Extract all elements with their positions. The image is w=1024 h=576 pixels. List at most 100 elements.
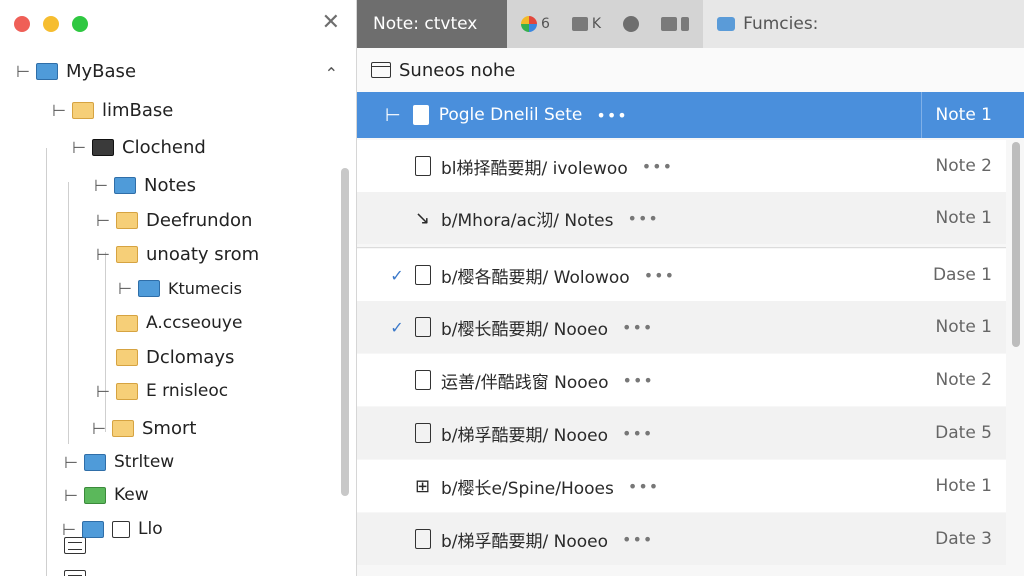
document-icon bbox=[112, 520, 130, 538]
more-icon[interactable]: ••• bbox=[596, 106, 627, 125]
sidebar-item-deefrundon[interactable]: ⊢ Deefrundon bbox=[96, 203, 252, 237]
more-icon[interactable]: ••• bbox=[628, 477, 659, 496]
branch-icon: ⊢ bbox=[96, 210, 110, 230]
sidebar-item-label: Llo bbox=[138, 519, 163, 539]
document-icon bbox=[415, 529, 431, 549]
folder-icon bbox=[681, 17, 690, 31]
more-icon[interactable]: ••• bbox=[622, 530, 653, 549]
more-icon[interactable]: ••• bbox=[642, 157, 673, 176]
sidebar-item-label: Notes bbox=[144, 174, 196, 196]
list-item[interactable]: bl梯择酷要期/ ivolewoo ••• Note 2 bbox=[357, 140, 1006, 192]
list-item-title: b/樱长酷要期/ Nooeo bbox=[441, 319, 609, 340]
document-icon bbox=[415, 156, 431, 176]
sidebar-item-label: Ktumecis bbox=[168, 278, 242, 298]
close-window-button[interactable] bbox=[14, 16, 30, 32]
branch-icon: ⊢ bbox=[16, 61, 30, 81]
sidebar-item-ktumecis[interactable]: ⊢ Ktumecis bbox=[118, 271, 242, 305]
list-item-title: b/梯孚酷要期/ Nooeo bbox=[441, 425, 609, 446]
list-item-title: 运善/伴酷践窗 Nooeo bbox=[441, 372, 609, 393]
sidebar-item-label: Clochend bbox=[122, 136, 206, 158]
sidebar-item-accseouye[interactable]: A.ccseouye bbox=[116, 306, 242, 340]
list-item[interactable]: 运善/伴酷践窗 Nooeo ••• Note 2 bbox=[357, 354, 1006, 406]
branch-icon: ⊢ bbox=[72, 137, 86, 157]
minimize-window-button[interactable] bbox=[43, 16, 59, 32]
check-icon[interactable]: ✓ bbox=[385, 318, 409, 337]
folder-blue-icon bbox=[82, 520, 104, 538]
tab-bar: Note: ctvtex 6 K Fumcies: bbox=[357, 0, 1024, 48]
tab-functions[interactable]: Fumcies: bbox=[703, 14, 818, 34]
list-item-selected[interactable]: ⊢ Pogle Dnelil Sete ••• Note 1 bbox=[357, 92, 1024, 138]
branch-icon: ⊢ bbox=[64, 452, 78, 472]
check-icon[interactable]: ✓ bbox=[385, 266, 409, 285]
tab-icon-2[interactable]: K bbox=[571, 16, 602, 32]
folder-yellow-icon bbox=[116, 348, 138, 366]
document-icon bbox=[412, 105, 429, 125]
tab-icon-3[interactable] bbox=[623, 16, 640, 32]
tab-icon-label: K bbox=[591, 16, 602, 32]
sidebar-item-notes[interactable]: ⊢ Notes bbox=[94, 168, 196, 202]
document-icon bbox=[415, 370, 431, 390]
sidebar-scrollbar[interactable] bbox=[341, 168, 349, 496]
sidebar-item-label: Strltew bbox=[114, 452, 175, 472]
list-item[interactable]: ↘ b/Mhora/ac沏/ Notes ••• Note 1 bbox=[357, 192, 1006, 244]
list-item[interactable]: ⊞ b/樱长e/Spine/Hooes ••• Hote 1 bbox=[357, 460, 1006, 512]
folder-yellow-icon bbox=[72, 101, 94, 119]
tab-icon-4[interactable] bbox=[661, 17, 690, 31]
tab-func-label: Fumcies: bbox=[743, 14, 819, 34]
list-icon bbox=[64, 570, 86, 576]
folder-dark-icon bbox=[92, 138, 114, 156]
more-icon[interactable]: ••• bbox=[622, 424, 653, 443]
list-item[interactable]: ✓ b/樱各酷要期/ Wolowoo ••• Dase 1 bbox=[357, 249, 1006, 301]
sidebar-item-smort[interactable]: ⊢ Smort bbox=[92, 411, 196, 445]
zoom-window-button[interactable] bbox=[72, 16, 88, 32]
list-scrollbar[interactable] bbox=[1012, 142, 1020, 347]
more-icon[interactable]: ••• bbox=[622, 318, 653, 337]
document-icon bbox=[415, 317, 431, 337]
folder-yellow-icon bbox=[112, 419, 134, 437]
more-icon[interactable]: ••• bbox=[644, 266, 675, 285]
list-item-tag: Dase 1 bbox=[932, 265, 992, 285]
tab-icon-label: 6 bbox=[541, 16, 550, 32]
list-item-tag: Note 1 bbox=[935, 208, 992, 228]
sidebar-item-ernisleoc[interactable]: ⊢ E rnisleoc bbox=[96, 374, 228, 408]
more-icon[interactable]: ••• bbox=[628, 209, 659, 228]
tab-label: Note: ctvtex bbox=[373, 14, 478, 34]
close-icon[interactable]: ✕ bbox=[322, 10, 340, 36]
tab-icon-1[interactable]: 6 bbox=[521, 16, 550, 32]
list-item-tag: Note 1 bbox=[935, 317, 992, 337]
titlebar: ✕ bbox=[0, 0, 356, 48]
sidebar-item-limbase[interactable]: ⊢ limBase bbox=[52, 93, 173, 127]
folder-blue-icon bbox=[36, 62, 58, 80]
sidebar-item-unoaty-srom[interactable]: ⊢ unoaty srom bbox=[96, 237, 259, 271]
folder-yellow-icon bbox=[116, 211, 138, 229]
sidebar-item-label: MyBase bbox=[66, 60, 137, 82]
chat-icon bbox=[717, 17, 736, 31]
sidebar-item-clochend[interactable]: ⊢ Clochend bbox=[72, 130, 206, 164]
sidebar-item-llo[interactable]: ⊢ Llo bbox=[62, 512, 163, 546]
branch-icon: ⊢ bbox=[118, 278, 132, 298]
branch-icon: ⊢ bbox=[94, 175, 108, 195]
list-item[interactable]: b/梯孚酷要期/ Nooeo ••• Date 3 bbox=[357, 513, 1006, 565]
list-header-title: Suneos nohe bbox=[399, 59, 516, 81]
sidebar-item-mybase[interactable]: ⊢ MyBase bbox=[16, 54, 136, 88]
sidebar-item-dclomays[interactable]: Dclomays bbox=[116, 340, 234, 374]
sidebar-item-label: E rnisleoc bbox=[146, 381, 229, 401]
branch-icon: ⊢ bbox=[96, 244, 110, 264]
more-icon[interactable]: ••• bbox=[623, 371, 654, 390]
tab-icon-group: 6 K bbox=[507, 0, 704, 48]
folder-yellow-icon bbox=[116, 382, 138, 400]
folder-icon bbox=[661, 17, 678, 31]
list-item-title: b/樱各酷要期/ Wolowoo bbox=[441, 267, 630, 288]
branch-icon: ⊢ bbox=[52, 100, 66, 120]
tab-note[interactable]: Note: ctvtex bbox=[357, 0, 507, 48]
list-item[interactable]: ✓ b/樱长酷要期/ Nooeo ••• Note 1 bbox=[357, 301, 1006, 353]
main-pane: Note: ctvtex 6 K Fumcies: Suneos nohe ⊢ … bbox=[357, 0, 1024, 576]
list-item[interactable]: b/梯孚酷要期/ Nooeo ••• Date 5 bbox=[357, 407, 1006, 459]
document-icon bbox=[415, 265, 431, 285]
sidebar-item-strltew[interactable]: ⊢ Strltew bbox=[64, 445, 175, 554]
sidebar-item-label: Deefrundon bbox=[146, 209, 253, 231]
sidebar: ✕ ⌃ ⊢ MyBase ⊢ limBase ⊢ Clochend ⊢ Note… bbox=[0, 0, 357, 576]
list-item-title: b/梯孚酷要期/ Nooeo bbox=[441, 531, 609, 552]
sidebar-item-kew[interactable]: ⊢ Kew bbox=[64, 478, 149, 576]
list-item-title: b/Mhora/ac沏/ Notes bbox=[441, 210, 614, 231]
